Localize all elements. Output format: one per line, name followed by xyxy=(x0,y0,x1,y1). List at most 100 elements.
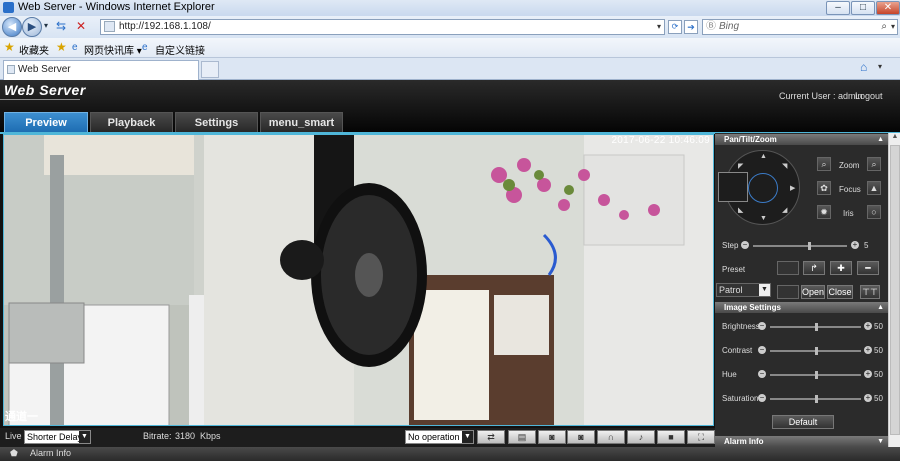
hue-plus-button[interactable]: + xyxy=(864,370,872,378)
focus-far-button[interactable]: ▲ xyxy=(867,181,881,195)
pan-up-left-icon[interactable]: ◤ xyxy=(738,162,743,170)
alarm-info-header[interactable]: Alarm Info ▼ xyxy=(715,436,888,447)
back-arrow-icon[interactable]: ◀ xyxy=(2,17,22,37)
patrol-open-button[interactable]: Open xyxy=(801,285,825,299)
forward-arrow-icon[interactable]: ▶ xyxy=(22,17,42,37)
refresh-icon[interactable]: ⟳ xyxy=(668,20,682,34)
operation-select[interactable]: No operation ▼ xyxy=(405,430,474,444)
custom-links-icon: e xyxy=(142,42,148,53)
preset-number-input[interactable] xyxy=(777,261,799,275)
iris-close-button[interactable]: ✹ xyxy=(817,205,831,219)
custom-links-link[interactable]: 自定义链接 xyxy=(155,42,205,57)
audio-button[interactable]: ♪ xyxy=(627,430,655,444)
fullscreen-button[interactable]: ⛶ xyxy=(687,430,715,444)
contrast-slider-knob[interactable] xyxy=(815,347,818,355)
patrol-close-button[interactable]: Close xyxy=(827,285,853,299)
brightness-minus-button[interactable]: − xyxy=(758,322,766,330)
browser-tab-title: Web Server xyxy=(18,64,71,75)
preset-goto-button[interactable]: ↱ xyxy=(803,261,825,275)
saturation-plus-button[interactable]: + xyxy=(864,394,872,402)
pan-down-right-icon[interactable]: ◢ xyxy=(782,206,787,214)
favorites-button[interactable]: 收藏夹 xyxy=(19,42,49,57)
pan-down-left-icon[interactable]: ◣ xyxy=(738,206,743,214)
tab-playback[interactable]: Playback xyxy=(90,112,173,133)
web-app: Web Server Current User : admin Logout P… xyxy=(0,80,900,461)
page-scrollbar[interactable]: ▲ xyxy=(888,133,900,447)
saturation-minus-button[interactable]: − xyxy=(758,394,766,402)
record-button[interactable]: ▤ xyxy=(508,430,536,444)
step-plus-button[interactable]: + xyxy=(851,241,859,249)
talk-button[interactable]: ∩ xyxy=(597,430,625,444)
pan-right-icon[interactable]: ▶ xyxy=(790,184,795,192)
stream-delay-select[interactable]: Shorter Delay ▼ xyxy=(24,430,91,444)
scrollbar-thumb[interactable] xyxy=(890,145,900,435)
pan-up-right-icon[interactable]: ◥ xyxy=(782,162,787,170)
camera-scene-image xyxy=(4,135,713,425)
saturation-slider[interactable] xyxy=(770,395,861,403)
focus-near-button[interactable]: ✿ xyxy=(817,181,831,195)
address-input[interactable]: http://192.168.1.108/ ▾ xyxy=(100,19,665,35)
zoom-out-button[interactable]: ⌕ xyxy=(817,157,831,171)
preset-add-button[interactable]: ✚ xyxy=(830,261,852,275)
step-slider-knob[interactable] xyxy=(808,242,811,250)
hue-minus-button[interactable]: − xyxy=(758,370,766,378)
saturation-slider-knob[interactable] xyxy=(815,395,818,403)
snapshot-button[interactable]: ◙ xyxy=(538,430,566,444)
hue-slider-knob[interactable] xyxy=(815,371,818,379)
pan-up-icon[interactable]: ▲ xyxy=(760,153,767,160)
contrast-plus-button[interactable]: + xyxy=(864,346,872,354)
brightness-plus-button[interactable]: + xyxy=(864,322,872,330)
alarm-info-status[interactable]: Alarm Info xyxy=(30,448,71,458)
contrast-label: Contrast xyxy=(722,346,753,355)
tab-preview[interactable]: Preview xyxy=(4,112,88,133)
search-dropdown-icon[interactable]: ▾ xyxy=(891,20,895,34)
close-window-button[interactable]: ✕ xyxy=(876,1,900,15)
stop-play-button[interactable]: ■ xyxy=(657,430,685,444)
default-button[interactable]: Default xyxy=(772,415,834,429)
hue-slider[interactable] xyxy=(770,371,861,379)
logout-link[interactable]: Logout xyxy=(855,91,883,101)
go-arrow-icon[interactable]: ➔ xyxy=(684,20,698,34)
app-logo: Web Server xyxy=(4,82,86,98)
iris-open-button[interactable]: ○ xyxy=(867,205,881,219)
address-dropdown-icon[interactable]: ▾ xyxy=(657,20,661,34)
pan-down-icon[interactable]: ▼ xyxy=(760,215,767,222)
patrol-tool-button[interactable]: ⊤⊤ xyxy=(860,285,880,299)
contrast-slider[interactable] xyxy=(770,347,861,355)
favorites-star-icon[interactable]: ★ xyxy=(4,40,15,54)
new-tab-button[interactable] xyxy=(201,61,219,78)
add-favorite-icon[interactable]: ★ xyxy=(56,40,67,54)
capture-button[interactable]: ◙ xyxy=(567,430,595,444)
hue-value: 50 xyxy=(874,370,883,379)
maximize-button[interactable]: □ xyxy=(851,1,875,15)
history-dropdown-icon[interactable]: ▾ xyxy=(44,21,48,30)
brightness-slider-knob[interactable] xyxy=(815,323,818,331)
patrol-select[interactable]: Patrol ▼ xyxy=(716,283,771,297)
contrast-minus-button[interactable]: − xyxy=(758,346,766,354)
search-icon[interactable]: ⌕ xyxy=(881,20,887,34)
zoom-in-button[interactable]: ⌕ xyxy=(867,157,881,171)
stop-icon[interactable]: ✕ xyxy=(76,19,86,33)
browser-tab-strip: Web Server ⌂ ▾ xyxy=(0,58,900,80)
preset-delete-button[interactable]: ━ xyxy=(857,261,879,275)
ptz-region-box[interactable] xyxy=(718,172,748,202)
minimize-button[interactable]: – xyxy=(826,1,850,15)
stream-switch-button[interactable]: ⇄ xyxy=(477,430,505,444)
patrol-number-input[interactable] xyxy=(777,285,799,299)
web-slice-gallery-link[interactable]: 网页快讯库 ▾ xyxy=(84,42,142,57)
brightness-slider[interactable] xyxy=(770,323,861,331)
scroll-up-icon[interactable]: ▲ xyxy=(890,133,900,143)
compatibility-icon[interactable]: ⇆ xyxy=(56,19,66,33)
image-settings-header[interactable]: Image Settings ▲ xyxy=(715,302,888,313)
search-input[interactable]: Ⓑ Bing ⌕ ▾ xyxy=(702,19,898,35)
browser-tab[interactable]: Web Server xyxy=(3,60,199,80)
home-dropdown-icon[interactable]: ▾ xyxy=(878,62,882,71)
home-icon[interactable]: ⌂ xyxy=(860,60,867,74)
tab-menu-smart[interactable]: menu_smart xyxy=(260,112,343,133)
ptz-center[interactable] xyxy=(748,173,778,203)
live-video-view[interactable]: 2017-06-22 10:46:09 通道一 xyxy=(3,134,714,426)
step-minus-button[interactable]: − xyxy=(741,241,749,249)
ptz-header[interactable]: Pan/Tilt/Zoom ▲ xyxy=(715,134,888,145)
tab-settings[interactable]: Settings xyxy=(175,112,258,133)
step-slider[interactable] xyxy=(753,242,847,250)
